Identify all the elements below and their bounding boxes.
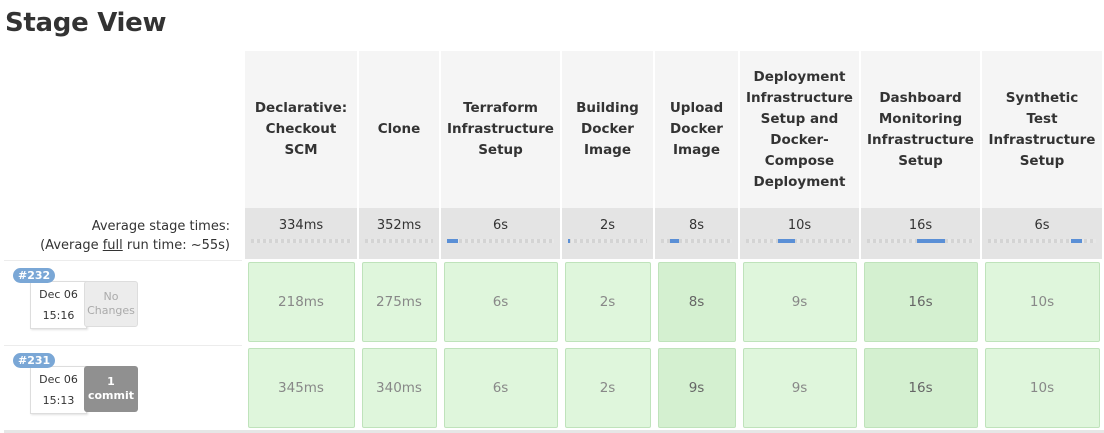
stage-run-cell[interactable]: 340ms [357,345,441,431]
average-time-value: 16s [908,218,933,233]
average-time-bar [746,239,853,243]
stage-run-duration: 6s [443,348,558,428]
average-time-bar [365,239,433,243]
stage-run-duration: 10s [984,262,1100,342]
changes-box[interactable]: No Changes [84,281,138,327]
average-time-bar-fill [1071,239,1082,243]
stage-header: Dashboard Monitoring Infrastructure Setu… [859,51,982,208]
changes-line2: Changes [87,304,135,317]
changes-line1: No [103,290,119,303]
stage-run-duration: 345ms [247,348,355,428]
build-time: 15:13 [42,394,75,407]
average-stage-times-label: Average stage times: [91,219,230,234]
stage-run-cell[interactable]: 9s [738,259,861,345]
changes-box[interactable]: 1 commit [84,366,138,412]
average-time-bar-fill [670,239,680,243]
left-column: Average stage times: (Average full run t… [0,0,243,433]
average-run-prefix: (Average [40,238,103,253]
stage-header: Upload Docker Image [653,51,740,208]
average-time-cell: 10s [738,208,861,259]
stage-run-duration: 16s [863,348,978,428]
stage-run-duration: 2s [564,348,651,428]
build-date-box[interactable]: Dec 06 15:16 [30,281,87,329]
stage-run-duration: 340ms [361,348,437,428]
stage-header: Synthetic Test Infrastructure Setup [980,51,1104,208]
build-time: 15:16 [42,309,75,322]
stage-run-cell[interactable]: 345ms [243,345,359,431]
average-time-value: 6s [492,218,509,233]
average-time-cell: 6s [980,208,1104,259]
stage-run-cell[interactable]: 218ms [243,259,359,345]
average-time-value: 10s [787,218,812,233]
average-time-bar [867,239,974,243]
stage-run-duration: 218ms [247,262,355,342]
average-time-bar [251,239,351,243]
stage-run-cell[interactable]: 9s [738,345,861,431]
average-time-bar [988,239,1096,243]
stage-header: Deployment Infrastructure Setup and Dock… [738,51,861,208]
changes-line1: 1 [107,375,115,388]
build-date: Dec 06 [39,373,78,386]
stage-run-cell[interactable]: 10s [980,259,1104,345]
stage-run-duration: 275ms [361,262,437,342]
stage-run-duration: 10s [984,348,1100,428]
build-row-header: #232 Dec 06 15:16 No Changes [4,260,242,344]
stage-run-cell[interactable]: 10s [980,345,1104,431]
full-run-link[interactable]: full [103,238,123,253]
build-date-box[interactable]: Dec 06 15:13 [30,366,87,414]
stage-run-cell[interactable]: 6s [439,345,562,431]
stage-header: Clone [357,51,441,208]
stage-run-duration: 16s [863,262,978,342]
stage-run-cell[interactable]: 6s [439,259,562,345]
stage-run-cell[interactable]: 275ms [357,259,441,345]
average-time-cell: 8s [653,208,740,259]
stage-header: Terraform Infrastructure Setup [439,51,562,208]
average-run-suffix: run time: ~55s) [122,238,230,253]
average-time-cell: 6s [439,208,562,259]
average-time-bar [568,239,647,243]
build-number-badge[interactable]: #231 [13,353,56,368]
average-time-bar [447,239,554,243]
stage-table: Declarative: Checkout SCM Clone Terrafor… [243,51,1104,431]
average-run-time-label: (Average full run time: ~55s) [40,238,230,253]
build-run-row: 218ms 275ms 6s 2s 8s 9s 16s 10s [243,259,1104,345]
average-time-cell: 352ms [357,208,441,259]
average-time-value: 352ms [376,218,422,233]
stage-run-duration: 9s [657,348,736,428]
average-times-row: 334ms 352ms 6s 2s 8s 10s 16s 6s [243,208,1104,259]
build-row-header: #231 Dec 06 15:13 1 commit [4,345,242,429]
stage-header-row: Declarative: Checkout SCM Clone Terrafor… [243,51,1104,208]
build-date: Dec 06 [39,288,78,301]
average-time-value: 334ms [278,218,324,233]
average-time-value: 2s [599,218,616,233]
stage-run-cell[interactable]: 9s [653,345,740,431]
stage-run-duration: 9s [742,262,857,342]
stage-run-cell[interactable]: 2s [560,345,655,431]
average-time-bar-fill [447,239,458,243]
build-number-badge[interactable]: #232 [13,268,56,283]
average-time-value: 6s [1034,218,1050,233]
average-time-bar-fill [917,239,946,243]
stage-run-duration: 6s [443,262,558,342]
stage-run-cell[interactable]: 16s [859,259,982,345]
average-time-cell: 16s [859,208,982,259]
average-time-bar [661,239,732,243]
build-run-row: 345ms 340ms 6s 2s 9s 9s 16s 10s [243,345,1104,431]
stage-run-duration: 9s [742,348,857,428]
average-time-bar-fill [778,239,796,243]
average-time-cell: 2s [560,208,655,259]
stage-run-cell[interactable]: 16s [859,345,982,431]
average-time-value: 8s [688,218,705,233]
changes-line2: commit [87,389,135,402]
stage-run-cell[interactable]: 8s [653,259,740,345]
average-time-cell: 334ms [243,208,359,259]
stage-header: Building Docker Image [560,51,655,208]
stage-header: Declarative: Checkout SCM [243,51,359,208]
stage-run-cell[interactable]: 2s [560,259,655,345]
stage-run-duration: 2s [564,262,651,342]
average-time-bar-fill [568,239,571,243]
stage-run-duration: 8s [657,262,736,342]
